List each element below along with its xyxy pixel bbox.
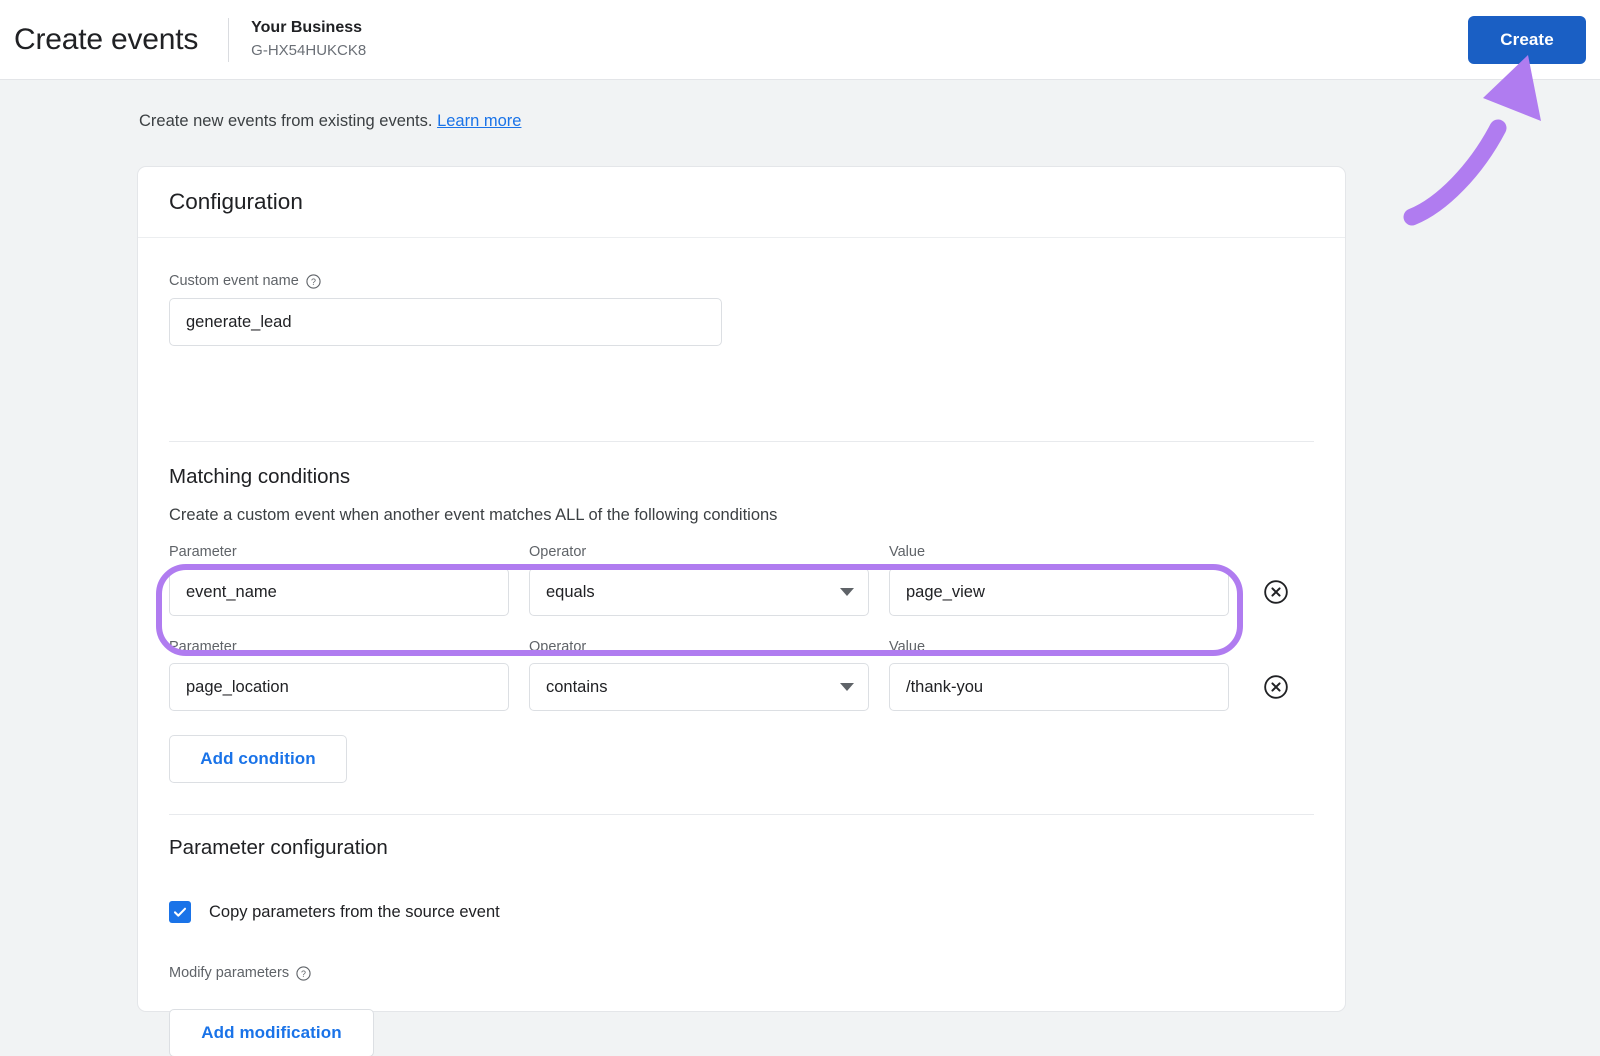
condition-operator-group: Operator contains [529,639,869,711]
learn-more-link[interactable]: Learn more [437,112,521,130]
chevron-down-icon [840,588,854,596]
condition-value-group: Value /thank-you [889,639,1229,711]
remove-condition-button[interactable] [1263,579,1289,605]
operator-column-label: Operator [529,639,587,655]
add-condition-button[interactable]: Add condition [169,735,347,783]
app-header: Create events Your Business G-HX54HUKCK8… [0,0,1600,80]
value-input[interactable]: page_view [889,568,1229,616]
value-column-label: Value [889,639,926,655]
matching-conditions-description: Create a custom event when another event… [169,506,778,524]
remove-circle-x-icon [1264,580,1288,604]
operator-column-label: Operator [529,544,587,560]
property-info: Your Business G-HX54HUKCK8 [251,17,366,62]
custom-event-name-input[interactable]: generate_lead [169,298,722,346]
section-divider-1 [169,441,1314,442]
add-modification-button[interactable]: Add modification [169,1009,374,1056]
page-title: Create events [14,22,199,56]
condition-parameter-group: Parameter event_name [169,544,509,616]
copy-parameters-checkbox[interactable] [169,901,191,923]
intro-text: Create new events from existing events. … [139,112,521,131]
copy-parameters-row[interactable]: Copy parameters from the source event [169,901,500,923]
svg-text:?: ? [311,276,316,286]
chevron-down-icon [840,683,854,691]
operator-select[interactable]: contains [529,663,869,711]
operator-select-value: contains [546,677,608,696]
parameter-input[interactable]: event_name [169,568,509,616]
matching-conditions-title: Matching conditions [169,465,351,488]
card-title: Configuration [169,189,303,214]
parameter-column-label: Parameter [169,544,237,560]
operator-select[interactable]: equals [529,568,869,616]
property-id: G-HX54HUKCK8 [251,42,367,59]
remove-circle-x-icon [1264,675,1288,699]
intro-label: Create new events from existing events. [139,112,433,130]
value-column-label: Value [889,544,926,560]
svg-text:?: ? [301,968,306,978]
modify-parameters-label-text: Modify parameters [169,965,290,981]
card-header: Configuration [138,167,1345,238]
condition-remove-wrap [1263,674,1289,700]
help-circle-icon[interactable]: ? [306,273,321,289]
condition-operator-group: Operator equals [529,544,869,616]
copy-parameters-label: Copy parameters from the source event [209,902,500,921]
condition-value-group: Value page_view [889,544,1229,616]
property-name: Your Business [251,19,363,36]
custom-event-name-group: Custom event name ? generate_lead [169,273,722,346]
create-events-page: Create events Your Business G-HX54HUKCK8… [0,0,1600,1056]
condition-remove-wrap [1263,579,1289,605]
value-input[interactable]: /thank-you [889,663,1229,711]
condition-parameter-group: Parameter page_location [169,639,509,711]
modify-parameters-label: Modify parameters ? [169,965,311,981]
custom-event-name-label-text: Custom event name [169,273,299,289]
section-divider-2 [169,814,1314,815]
custom-event-name-label: Custom event name ? [169,273,722,289]
parameter-configuration-title: Parameter configuration [169,836,388,859]
remove-condition-button[interactable] [1263,674,1289,700]
parameter-input[interactable]: page_location [169,663,509,711]
check-icon [173,907,187,917]
condition-row: Parameter page_location Operator contain… [169,639,1289,711]
parameter-column-label: Parameter [169,639,237,655]
configuration-card: Configuration Custom event name ? genera… [137,166,1346,1056]
operator-select-value: equals [546,582,595,601]
create-button[interactable]: Create [1468,16,1586,64]
help-circle-icon[interactable]: ? [296,965,311,981]
condition-row: Parameter event_name Operator equals Val… [169,544,1289,616]
header-divider [228,17,230,62]
